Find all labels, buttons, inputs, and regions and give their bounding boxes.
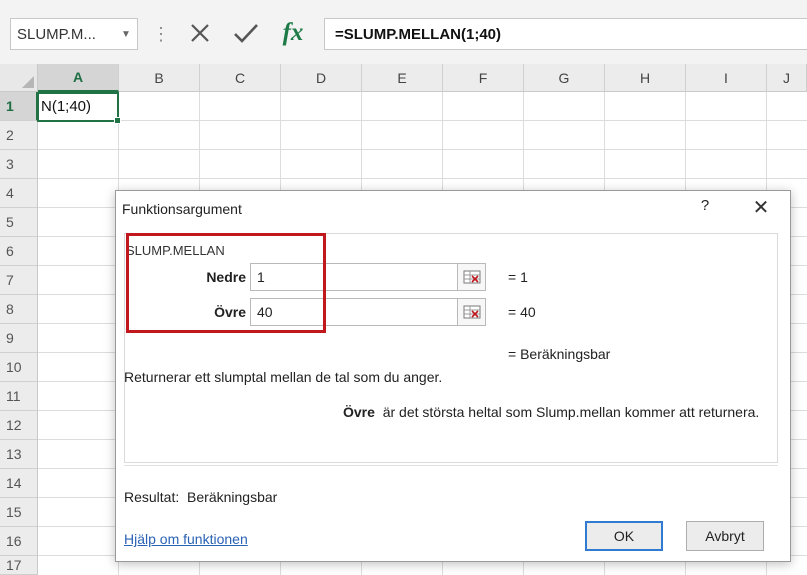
insert-function-button[interactable]: fx <box>272 14 314 52</box>
name-box[interactable]: SLUMP.M... ▼ <box>10 18 138 50</box>
column-header-a[interactable]: A <box>38 64 119 92</box>
formula-result: = Beräkningsbar <box>508 346 611 362</box>
row-header-7[interactable]: 7 <box>0 266 38 295</box>
row-header-9[interactable]: 9 <box>0 324 38 353</box>
row-header-1[interactable]: 1 <box>0 92 38 121</box>
column-header-b[interactable]: B <box>119 64 200 92</box>
divider <box>124 465 778 466</box>
function-name: SLUMP.MELLAN <box>126 243 225 258</box>
collapse-dialog-button-ovre[interactable] <box>458 298 486 326</box>
ok-button[interactable]: OK <box>585 521 663 551</box>
dialog-title: Funktionsargument <box>122 201 242 217</box>
grip-icon: ⋮ <box>152 24 170 44</box>
column-header-c[interactable]: C <box>200 64 281 92</box>
row-header-4[interactable]: 4 <box>0 179 38 208</box>
row-header-12[interactable]: 12 <box>0 411 38 440</box>
column-header-g[interactable]: G <box>524 64 605 92</box>
row-header-17[interactable]: 17 <box>0 556 38 575</box>
argument-description-name: Övre <box>343 404 375 420</box>
row-header-10[interactable]: 10 <box>0 353 38 382</box>
enter-formula-button[interactable] <box>226 14 266 52</box>
row-header-16[interactable]: 16 <box>0 527 38 556</box>
function-description: Returnerar ett slumptal mellan de tal so… <box>124 369 443 385</box>
arg-result-nedre: = 1 <box>508 269 528 285</box>
result-value: Beräkningsbar <box>187 489 278 505</box>
help-link[interactable]: Hjälp om funktionen <box>124 531 248 547</box>
check-icon <box>234 24 258 43</box>
chevron-down-icon[interactable]: ▼ <box>115 29 137 40</box>
cancel-formula-button[interactable] <box>180 14 220 52</box>
column-header-e[interactable]: E <box>362 64 443 92</box>
column-header-j[interactable]: J <box>767 64 807 92</box>
cell-a1[interactable]: N(1;40) <box>37 92 121 124</box>
range-select-icon <box>463 270 480 284</box>
row-header-14[interactable]: 14 <box>0 469 38 498</box>
formula-input[interactable]: =SLUMP.MELLAN(1;40) <box>324 18 807 50</box>
range-select-icon <box>463 305 480 319</box>
row-header-8[interactable]: 8 <box>0 295 38 324</box>
column-header-h[interactable]: H <box>605 64 686 92</box>
select-all-corner[interactable] <box>0 64 38 92</box>
row-header-13[interactable]: 13 <box>0 440 38 469</box>
column-header-i[interactable]: I <box>686 64 767 92</box>
column-header-d[interactable]: D <box>281 64 362 92</box>
arg-label-ovre: Övre <box>214 304 246 320</box>
column-header-f[interactable]: F <box>443 64 524 92</box>
collapse-dialog-button-nedre[interactable] <box>458 263 486 291</box>
arg-input-nedre[interactable]: 1 <box>250 263 458 291</box>
close-icon <box>191 24 209 42</box>
function-arguments-dialog: Funktionsargument ? ✕ SLUMP.MELLAN Nedre… <box>115 190 791 562</box>
formula-bar: SLUMP.M... ▼ ⋮ fx =SLUMP.MELLAN(1;40) <box>0 0 807 65</box>
row-header-6[interactable]: 6 <box>0 237 38 266</box>
row-header-11[interactable]: 11 <box>0 382 38 411</box>
result-label: Resultat: <box>124 489 180 505</box>
argument-description-text: är det största heltal som Slump.mellan k… <box>382 404 760 420</box>
cancel-button[interactable]: Avbryt <box>686 521 764 551</box>
close-icon[interactable]: ✕ <box>750 195 772 220</box>
row-header-15[interactable]: 15 <box>0 498 38 527</box>
name-box-value: SLUMP.M... <box>17 25 96 43</box>
fx-icon: fx <box>282 19 304 46</box>
help-icon[interactable]: ? <box>696 197 714 214</box>
arg-input-ovre[interactable]: 40 <box>250 298 458 326</box>
row-header-3[interactable]: 3 <box>0 150 38 179</box>
row-header-2[interactable]: 2 <box>0 121 38 150</box>
arg-label-nedre: Nedre <box>206 269 246 285</box>
arg-result-ovre: = 40 <box>508 304 536 320</box>
argument-description: Övre är det största heltal som Slump.mel… <box>343 404 759 420</box>
result-line: Resultat: Beräkningsbar <box>124 489 277 505</box>
row-header-5[interactable]: 5 <box>0 208 38 237</box>
